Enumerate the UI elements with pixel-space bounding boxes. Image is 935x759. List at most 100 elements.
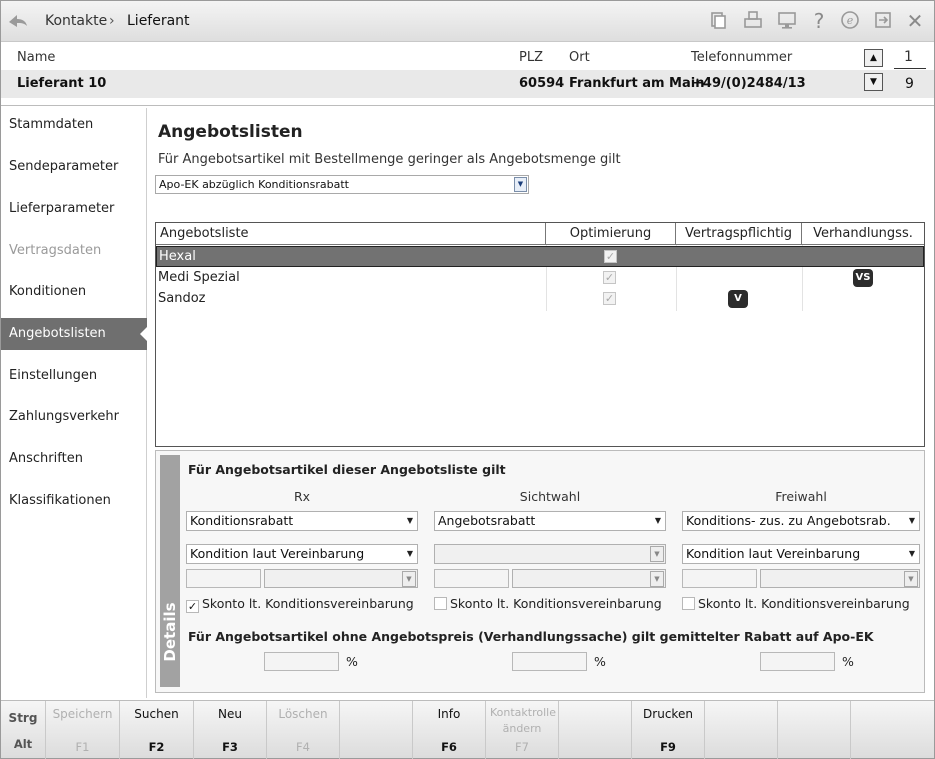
column-header-verhandlungssache[interactable]: Verhandlungss.	[802, 223, 924, 245]
print-button[interactable]: Drucken F9	[632, 701, 705, 759]
sidebar: Stammdaten Sendeparameter Lieferparamete…	[1, 108, 148, 698]
page-title: Angebotslisten	[158, 122, 303, 142]
sichtwahl-unit-select[interactable]: ▼	[512, 569, 666, 588]
freiwahl-value-field[interactable]	[682, 569, 757, 588]
monitor-icon[interactable]	[776, 10, 798, 32]
rx-discount-value: Konditionsrabatt	[190, 513, 294, 528]
details-panel: Details Für Angebotsartikel dieser Angeb…	[155, 450, 925, 693]
rx-discount-select[interactable]: Konditionsrabatt ▼	[186, 511, 418, 531]
sidebar-item-anschriften[interactable]: Anschriften	[1, 443, 147, 475]
checkbox-icon[interactable]: ✓	[186, 600, 199, 613]
rx-condition-value: Kondition laut Vereinbarung	[190, 546, 365, 561]
percent-label: %	[346, 654, 358, 669]
page-total: 9	[905, 76, 914, 92]
modifier-keys: Strg Alt	[1, 701, 46, 759]
f9-key: F9	[660, 740, 676, 754]
table-row[interactable]: Sandoz ✓ V	[156, 288, 924, 309]
offer-list-table: Angebotsliste Optimierung Vertragspflich…	[155, 222, 925, 447]
search-label: Suchen	[134, 707, 179, 721]
search-button[interactable]: Suchen F2	[120, 701, 194, 759]
sichtwahl-discount-value: Angebotsrabatt	[438, 513, 536, 528]
save-label: Speichern	[52, 707, 113, 721]
info-button[interactable]: Info F6	[413, 701, 486, 759]
name-label: Name	[17, 50, 56, 65]
details-heading: Für Angebotsartikel dieser Angebotsliste…	[188, 462, 506, 477]
change-contact-role-button[interactable]: Kontaktrolle ändern F7	[486, 701, 559, 759]
freiwahl-unit-select[interactable]: ▼	[760, 569, 920, 588]
empty-key-f11	[778, 701, 851, 759]
column-header-vertragspflichtig[interactable]: Vertragspflichtig	[676, 223, 802, 245]
price-rule-select[interactable]: Apo-EK abzüglich Konditionsrabatt ▼	[155, 175, 529, 194]
print-label: Drucken	[643, 707, 693, 721]
rx-skonto-checkbox[interactable]: ✓ Skonto lt. Konditionsvereinbarung	[186, 596, 414, 613]
printer-icon[interactable]	[742, 10, 764, 32]
sidebar-item-klassifikationen[interactable]: Klassifikationen	[1, 485, 147, 517]
breadcrumb-contacts[interactable]: Kontakte	[45, 13, 107, 29]
sidebar-item-sendeparameter[interactable]: Sendeparameter	[1, 151, 147, 183]
table-row[interactable]: Hexal ✓	[156, 246, 924, 267]
back-icon[interactable]	[7, 10, 29, 32]
exit-icon[interactable]	[872, 10, 894, 32]
sidebar-item-angebotslisten[interactable]: Angebotslisten	[1, 318, 148, 350]
rx-average-discount-field[interactable]	[264, 652, 339, 671]
ort-label: Ort	[569, 50, 590, 65]
close-icon[interactable]: ✕	[904, 10, 926, 32]
empty-key-f5	[340, 701, 413, 759]
next-record-button[interactable]: ▼	[864, 73, 883, 91]
page-divider	[894, 68, 926, 69]
sichtwahl-average-discount-field[interactable]	[512, 652, 587, 671]
column-header-angebotsliste[interactable]: Angebotsliste	[156, 223, 546, 245]
rx-value-field[interactable]	[186, 569, 261, 588]
contact-row[interactable]: Lieferant 10 60594 Frankfurt am Main +49…	[1, 70, 934, 98]
percent-label: %	[594, 654, 606, 669]
freiwahl-skonto-checkbox[interactable]: Skonto lt. Konditionsvereinbarung	[682, 596, 910, 611]
optimierung-checkbox: ✓	[603, 271, 616, 284]
new-button[interactable]: Neu F3	[194, 701, 267, 759]
sidebar-item-konditionen[interactable]: Konditionen	[1, 276, 147, 308]
checkbox-icon[interactable]	[682, 597, 695, 610]
previous-record-button[interactable]: ▲	[864, 49, 883, 67]
breadcrumb-separator: ›	[109, 13, 115, 29]
main-panel: Angebotslisten Für Angebotsartikel mit B…	[148, 108, 934, 698]
sichtwahl-column-head: Sichtwahl	[519, 489, 581, 504]
delete-label: Löschen	[278, 707, 328, 721]
f1-key: F1	[75, 740, 90, 754]
freiwahl-condition-select[interactable]: Kondition laut Vereinbarung ▼	[682, 544, 920, 564]
sidebar-item-stammdaten[interactable]: Stammdaten	[1, 109, 147, 141]
rx-condition-select[interactable]: Kondition laut Vereinbarung ▼	[186, 544, 418, 564]
chevron-down-icon: ▼	[406, 549, 413, 558]
sichtwahl-value-field[interactable]	[434, 569, 509, 588]
sichtwahl-skonto-checkbox[interactable]: Skonto lt. Konditionsvereinbarung	[434, 596, 662, 611]
sidebar-item-einstellungen[interactable]: Einstellungen	[1, 360, 147, 392]
rx-unit-select[interactable]: ▼	[264, 569, 418, 588]
delete-button[interactable]: Löschen F4	[267, 701, 340, 759]
sidebar-item-zahlungsverkehr[interactable]: Zahlungsverkehr	[1, 401, 147, 433]
ebook-icon[interactable]: e	[839, 10, 861, 32]
freiwahl-skonto-label: Skonto lt. Konditionsvereinbarung	[698, 596, 910, 611]
chevron-down-icon: ▼	[650, 546, 664, 562]
help-icon[interactable]: ?	[808, 10, 830, 32]
vertragspflichtig-badge: V	[728, 290, 748, 308]
negotiation-heading: Für Angebotsartikel ohne Angebotspreis (…	[188, 629, 874, 644]
sichtwahl-discount-select[interactable]: Angebotsrabatt ▼	[434, 511, 666, 531]
details-stripe: Details	[160, 455, 180, 687]
f3-key: F3	[222, 740, 238, 754]
freiwahl-column-head: Freiwahl	[775, 489, 827, 504]
clipboard-icon[interactable]	[707, 10, 729, 32]
table-row[interactable]: Medi Spezial ✓ VS	[156, 267, 924, 288]
freiwahl-discount-value: Konditions- zus. zu Angebotsrab.	[686, 513, 891, 528]
function-key-bar: Strg Alt Speichern F1 Suchen F2 Neu F3 Lösc…	[1, 700, 934, 759]
freiwahl-average-discount-field[interactable]	[760, 652, 835, 671]
chevron-down-icon[interactable]: ▼	[514, 177, 527, 192]
chevron-down-icon: ▼	[904, 571, 918, 587]
sidebar-item-lieferparameter[interactable]: Lieferparameter	[1, 193, 147, 225]
save-button[interactable]: Speichern F1	[46, 701, 120, 759]
freiwahl-condition-value: Kondition laut Vereinbarung	[686, 546, 861, 561]
offer-list-name: Sandoz	[158, 291, 206, 306]
plz-value: 60594	[519, 76, 565, 91]
title-bar: Kontakte › Lieferant ? e ✕	[1, 1, 934, 42]
name-value: Lieferant 10	[17, 76, 107, 91]
checkbox-icon[interactable]	[434, 597, 447, 610]
column-header-optimierung[interactable]: Optimierung	[546, 223, 676, 245]
freiwahl-discount-select[interactable]: Konditions- zus. zu Angebotsrab. ▼	[682, 511, 920, 531]
